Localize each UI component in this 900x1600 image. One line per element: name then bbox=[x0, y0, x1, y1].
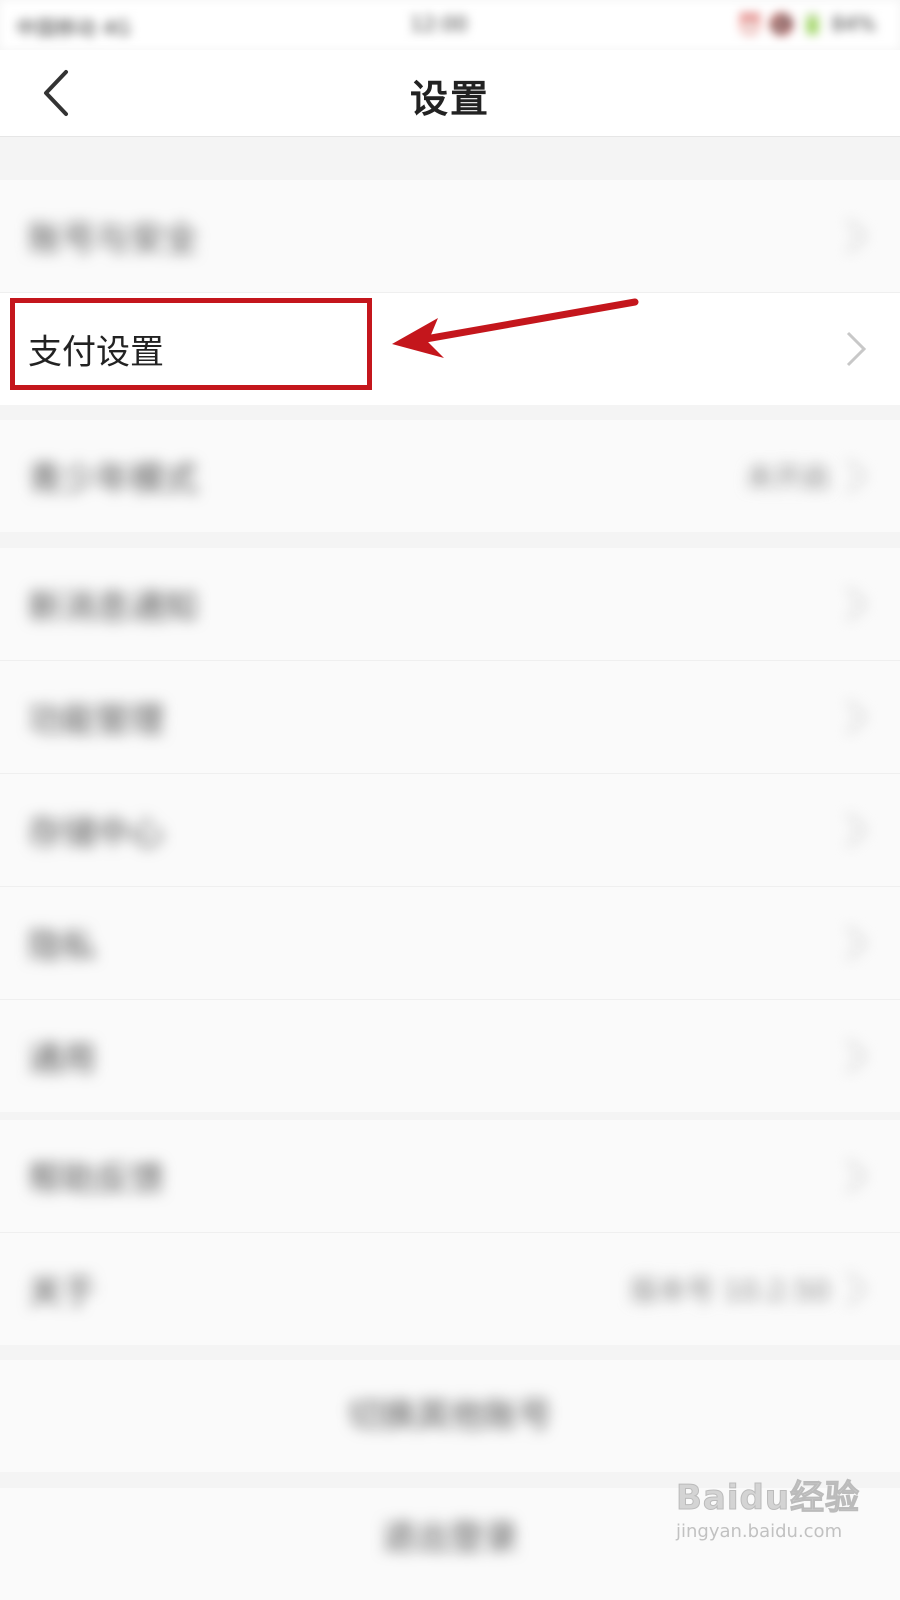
chevron-right-icon bbox=[842, 329, 870, 369]
settings-row-value: 未开启 bbox=[745, 461, 830, 494]
status-icons: ⏰ 🔇 🔋 84% bbox=[737, 12, 876, 36]
settings-row-label: 隐私 bbox=[28, 926, 96, 967]
settings-row-about[interactable]: 关于 版本号 10.2.50 bbox=[0, 1233, 900, 1345]
settings-section-about: 帮助反馈 关于 版本号 10.2.50 bbox=[0, 1120, 900, 1345]
settings-row-label: 关于 bbox=[28, 1272, 96, 1313]
status-bar: 中国移动 4G 12:00 ⏰ 🔇 🔋 84% bbox=[0, 0, 900, 50]
settings-row-notifications[interactable]: 新消息通知 bbox=[0, 548, 900, 661]
annotation-arrow-icon bbox=[392, 298, 639, 358]
chevron-right-icon bbox=[842, 456, 870, 496]
watermark-logo: Baidu经验 bbox=[676, 1478, 861, 1519]
settings-row-label: 青少年模式 bbox=[28, 459, 198, 500]
chevron-right-icon bbox=[842, 1269, 870, 1309]
settings-row-features[interactable]: 功能管理 bbox=[0, 661, 900, 774]
chevron-right-icon bbox=[842, 1036, 870, 1076]
settings-row-help[interactable]: 帮助反馈 bbox=[0, 1120, 900, 1233]
settings-row-label: 通用 bbox=[28, 1039, 96, 1080]
switch-account-label: 切换其他账号 bbox=[348, 1396, 552, 1436]
carrier-signal: 中国移动 4G bbox=[16, 16, 131, 40]
annotation-highlight-box bbox=[10, 298, 372, 390]
settings-row-teen-mode[interactable]: 青少年模式 未开启 bbox=[0, 420, 900, 532]
baidu-jingyan-watermark: Baidu经验 jingyan.baidu.com bbox=[676, 1470, 886, 1580]
settings-row-storage[interactable]: 存储中心 bbox=[0, 774, 900, 887]
settings-row-general[interactable]: 通用 bbox=[0, 1000, 900, 1112]
chevron-right-icon bbox=[842, 1156, 870, 1196]
chevron-right-icon bbox=[842, 584, 870, 624]
page-title: 设置 bbox=[409, 77, 490, 121]
settings-row-privacy[interactable]: 隐私 bbox=[0, 887, 900, 1000]
version-value: 版本号 10.2.50 bbox=[630, 1274, 830, 1307]
chevron-right-icon bbox=[842, 810, 870, 850]
settings-row-label: 功能管理 bbox=[28, 700, 164, 741]
status-time: 12:00 bbox=[410, 12, 468, 36]
chevron-right-icon bbox=[842, 923, 870, 963]
settings-row-label: 帮助反馈 bbox=[28, 1159, 164, 1200]
settings-section-teen: 青少年模式 未开启 bbox=[0, 420, 900, 532]
chevron-right-icon bbox=[842, 697, 870, 737]
settings-row-label: 账号与安全 bbox=[28, 219, 198, 260]
chevron-right-icon bbox=[842, 216, 870, 256]
watermark-url: jingyan.baidu.com bbox=[676, 1521, 843, 1542]
settings-row-account-security[interactable]: 账号与安全 bbox=[0, 180, 900, 293]
nav-bar: 设置 bbox=[0, 50, 900, 137]
settings-row-label: 新消息通知 bbox=[28, 587, 198, 628]
settings-row-label: 存储中心 bbox=[28, 813, 164, 854]
switch-account-button[interactable]: 切换其他账号 bbox=[0, 1360, 900, 1472]
settings-section-general: 新消息通知 功能管理 存储中心 隐私 通用 bbox=[0, 548, 900, 1112]
